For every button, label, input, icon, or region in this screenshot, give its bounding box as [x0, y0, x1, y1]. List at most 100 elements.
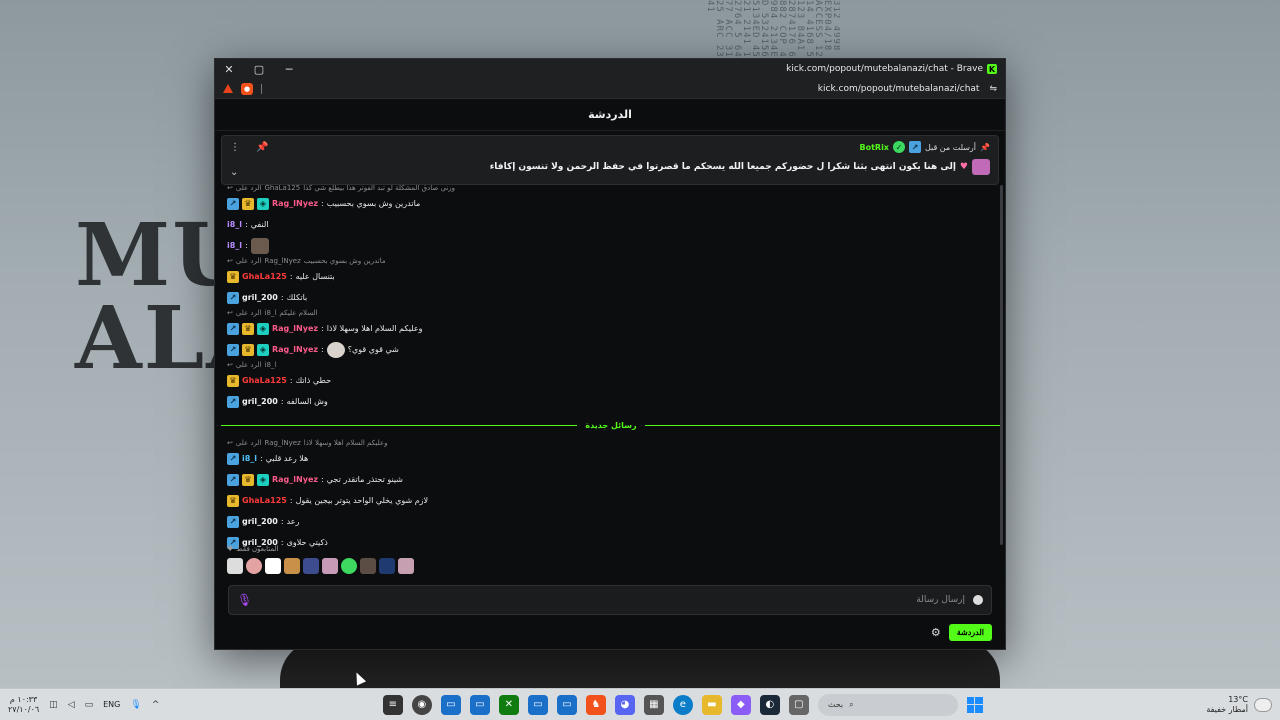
- window-icon[interactable]: ▭: [440, 694, 461, 715]
- minimize-button[interactable]: ─: [283, 63, 295, 76]
- brave-shields-icon[interactable]: ●: [241, 82, 253, 95]
- chat-username[interactable]: Rag_lNyez: [272, 324, 318, 333]
- chat-username[interactable]: i8_l: [227, 220, 242, 229]
- weather-desc: أمطار خفيفة: [1206, 704, 1248, 714]
- discord-icon[interactable]: ◕: [614, 694, 635, 715]
- url-text[interactable]: kick.com/popout/mutebalanazi/chat: [818, 84, 980, 94]
- chevron-down-icon[interactable]: ⌄: [230, 167, 238, 178]
- emote-icon[interactable]: [341, 558, 357, 574]
- chat-message[interactable]: ♛ GhaLa125: بتنسال عليه: [227, 266, 995, 287]
- chat-username[interactable]: i8_l: [227, 241, 242, 250]
- microphone-icon[interactable]: 🎙: [237, 593, 252, 607]
- emoji-icon[interactable]: [973, 595, 983, 605]
- xbox-icon[interactable]: ✕: [498, 694, 519, 715]
- gold-badge-icon: ♛: [242, 197, 254, 210]
- store-icon[interactable]: ▦: [643, 694, 664, 715]
- clock[interactable]: ١٠:٣٣ م ٢٧/١٠/٠٦: [8, 695, 39, 715]
- reply-context[interactable]: ↩ الرد على Rag_lNyez وعليكم السلام اهلا وسه…: [227, 438, 995, 448]
- message-input-box: 🎙: [228, 585, 992, 615]
- brave-rewards-icon[interactable]: [223, 84, 233, 93]
- taskbar-search[interactable]: ⌕ بحث: [817, 693, 958, 716]
- pinned-username[interactable]: BotRix: [859, 143, 888, 152]
- app-icon[interactable]: ◉: [411, 694, 432, 715]
- chat-message[interactable]: ↗ ♛ ◈ Rag_lNyez: شينو تحتذر ماتقدر تجي: [227, 469, 995, 490]
- reply-arrow-icon: ↩: [227, 184, 233, 192]
- emote-icon[interactable]: [398, 558, 414, 574]
- reply-arrow-icon: ↩: [227, 439, 233, 447]
- chat-message[interactable]: ↗ gril_200: باتكلك: [227, 287, 995, 308]
- window-icon[interactable]: ▭: [527, 694, 548, 715]
- chat-message[interactable]: ♛ GhaLa125: لازم شوي يخلي الواحد يتوتر بيج…: [227, 490, 995, 511]
- teal-badge-icon: ◈: [257, 322, 269, 335]
- brave-browser-icon[interactable]: ♞: [585, 694, 606, 715]
- edge-icon[interactable]: e: [672, 694, 693, 715]
- gold-badge-icon: ♛: [227, 494, 239, 507]
- emote-icon[interactable]: [360, 558, 376, 574]
- chat-message[interactable]: ↗ ♛ ◈ Rag_lNyez: شي قوي قوي؟: [227, 339, 995, 360]
- chat-username[interactable]: Rag_lNyez: [272, 345, 318, 354]
- verified-badge-icon: ↗: [908, 141, 921, 153]
- chat-message[interactable]: ↗ gril_200: وش السالفه: [227, 391, 995, 412]
- reply-to-user: Rag_lNyez: [264, 439, 301, 447]
- gear-icon[interactable]: ⚙: [931, 626, 941, 639]
- chat-username[interactable]: gril_200: [242, 517, 278, 526]
- emote-icon[interactable]: [265, 558, 281, 574]
- reply-context[interactable]: ↩ الرد على i8_l: [227, 360, 995, 370]
- more-options-icon[interactable]: ⋮: [230, 142, 240, 153]
- microphone-icon[interactable]: 🎙: [130, 700, 141, 710]
- site-settings-icon[interactable]: ⇋: [989, 84, 997, 94]
- emote-icon[interactable]: [246, 558, 262, 574]
- window-icon[interactable]: ▭: [469, 694, 490, 715]
- chat-username[interactable]: Rag_lNyez: [272, 475, 318, 484]
- chat-username[interactable]: gril_200: [242, 397, 278, 406]
- maximize-button[interactable]: ▢: [253, 63, 265, 76]
- blue-badge-icon: ↗: [227, 515, 239, 528]
- weather-widget[interactable]: 13°C أمطار خفيفة: [1206, 695, 1272, 715]
- colon: :: [280, 517, 284, 526]
- emote-icon[interactable]: [303, 558, 319, 574]
- chat-username[interactable]: GhaLa125: [242, 496, 287, 505]
- steam-icon[interactable]: ◐: [759, 694, 780, 715]
- kick-logo-icon: K: [987, 64, 997, 74]
- volume-icon[interactable]: ◁: [68, 700, 75, 710]
- chat-username[interactable]: Rag_lNyez: [272, 199, 318, 208]
- chat-username[interactable]: GhaLa125: [242, 376, 287, 385]
- emote-icon[interactable]: [322, 558, 338, 574]
- message-input[interactable]: [260, 595, 965, 605]
- unpin-icon[interactable]: 📌: [256, 142, 268, 153]
- chat-message[interactable]: ↗ i8_l: هلا رعد قلبي: [227, 448, 995, 469]
- window-icon[interactable]: ▭: [556, 694, 577, 715]
- chat-message[interactable]: ↗ gril_200: رعد: [227, 511, 995, 532]
- scrollbar[interactable]: [1000, 185, 1003, 545]
- chat-username[interactable]: gril_200: [242, 293, 278, 302]
- chat-message[interactable]: i8_l: النفي: [227, 214, 995, 235]
- app-icon[interactable]: ≡: [382, 694, 403, 715]
- reply-arrow-icon: ↩: [227, 257, 233, 265]
- chat-username[interactable]: i8_l: [242, 454, 257, 463]
- app-icon[interactable]: ▢: [788, 694, 809, 715]
- chat-username[interactable]: GhaLa125: [242, 272, 287, 281]
- chat-message[interactable]: i8_l:: [227, 235, 995, 256]
- chat-send-button[interactable]: الدردشة: [948, 623, 992, 641]
- notification-icon[interactable]: ◫: [49, 700, 58, 710]
- close-button[interactable]: ✕: [223, 63, 235, 76]
- chevron-up-icon[interactable]: ^: [152, 700, 160, 710]
- chat-message[interactable]: ↗ ♛ ◈ Rag_lNyez: ماتدرين وش بسوي بحسبيب: [227, 193, 995, 214]
- colon: :: [280, 293, 284, 302]
- chat-message-text: ماتدرين وش بسوي بحسبيب: [326, 199, 421, 208]
- chat-message[interactable]: ♛ GhaLa125: حطي ذاتك: [227, 370, 995, 391]
- emote-icon[interactable]: [284, 558, 300, 574]
- reply-context[interactable]: ↩ الرد على i8_l السلام عليكم: [227, 308, 995, 318]
- language-indicator[interactable]: ENG: [103, 700, 120, 709]
- chat-footer: ⚙ الدردشة: [228, 622, 992, 642]
- file-explorer-icon[interactable]: ▬: [701, 694, 722, 715]
- chat-message-text: لازم شوي يخلي الواحد يتوتر بيجين يقول: [295, 496, 429, 505]
- app-icon[interactable]: ◆: [730, 694, 751, 715]
- windows-start-icon[interactable]: [966, 696, 983, 713]
- emote-icon[interactable]: [379, 558, 395, 574]
- network-icon[interactable]: ▭: [85, 700, 94, 710]
- chat-message[interactable]: ↗ ♛ ◈ Rag_lNyez: وعليكم السلام اهلا وسهلا لا…: [227, 318, 995, 339]
- colon: :: [260, 454, 263, 463]
- reply-context[interactable]: ↩ الرد على Rag_lNyez ماتدرين وش بسوي بحسبيب: [227, 256, 995, 266]
- emote-icon[interactable]: [227, 558, 243, 574]
